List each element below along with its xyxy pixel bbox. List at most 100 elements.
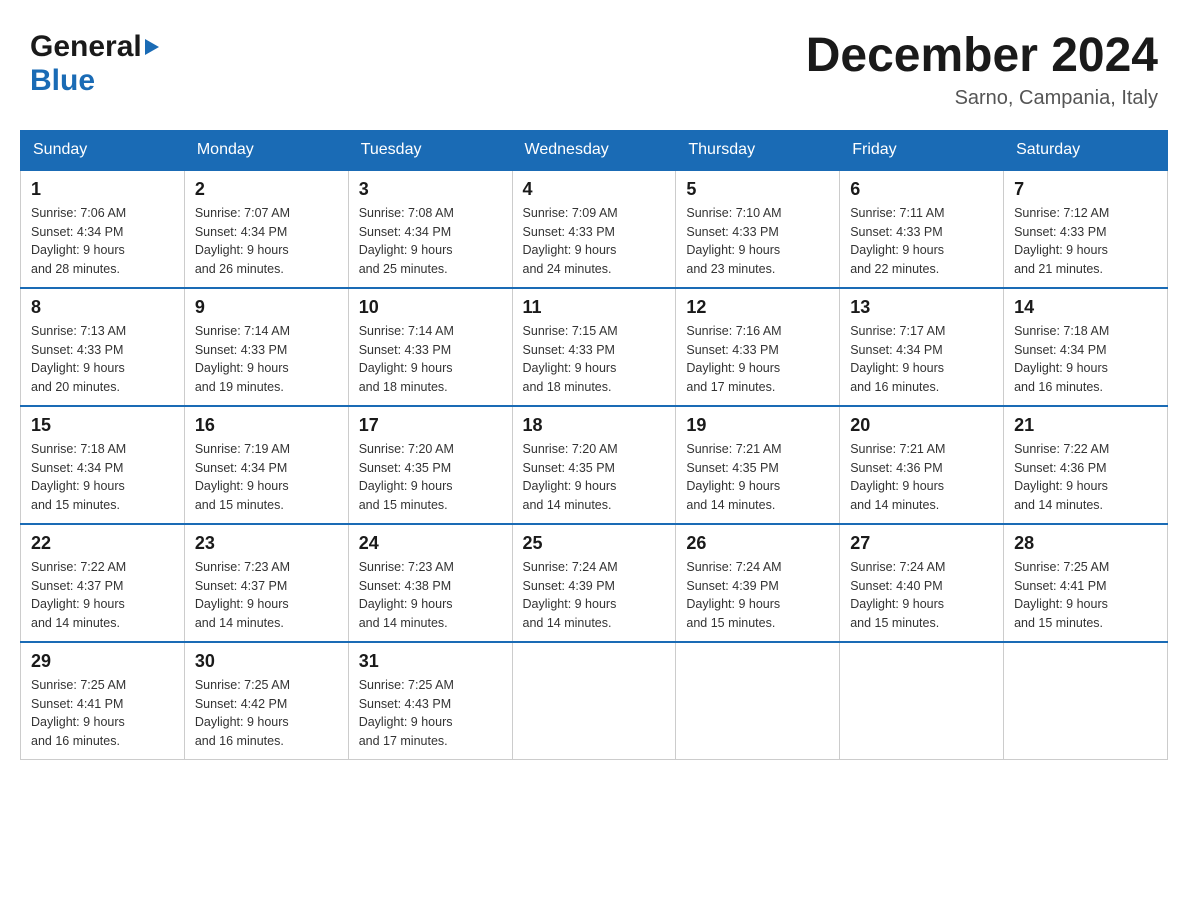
day-info: Sunrise: 7:23 AM Sunset: 4:37 PM Dayligh… bbox=[195, 558, 338, 633]
logo-blue-text: Blue bbox=[30, 64, 95, 97]
day-number: 7 bbox=[1014, 179, 1157, 200]
calendar-cell: 1 Sunrise: 7:06 AM Sunset: 4:34 PM Dayli… bbox=[21, 170, 185, 288]
calendar-cell bbox=[840, 642, 1004, 760]
day-info: Sunrise: 7:22 AM Sunset: 4:37 PM Dayligh… bbox=[31, 558, 174, 633]
day-number: 2 bbox=[195, 179, 338, 200]
day-number: 11 bbox=[523, 297, 666, 318]
calendar-cell: 21 Sunrise: 7:22 AM Sunset: 4:36 PM Dayl… bbox=[1004, 406, 1168, 524]
weekday-header-tuesday: Tuesday bbox=[348, 130, 512, 170]
day-info: Sunrise: 7:14 AM Sunset: 4:33 PM Dayligh… bbox=[195, 322, 338, 397]
day-info: Sunrise: 7:18 AM Sunset: 4:34 PM Dayligh… bbox=[1014, 322, 1157, 397]
day-number: 17 bbox=[359, 415, 502, 436]
day-number: 16 bbox=[195, 415, 338, 436]
day-number: 29 bbox=[31, 651, 174, 672]
calendar-cell: 23 Sunrise: 7:23 AM Sunset: 4:37 PM Dayl… bbox=[184, 524, 348, 642]
day-number: 13 bbox=[850, 297, 993, 318]
day-number: 31 bbox=[359, 651, 502, 672]
calendar-cell: 7 Sunrise: 7:12 AM Sunset: 4:33 PM Dayli… bbox=[1004, 170, 1168, 288]
calendar-cell: 14 Sunrise: 7:18 AM Sunset: 4:34 PM Dayl… bbox=[1004, 288, 1168, 406]
day-info: Sunrise: 7:07 AM Sunset: 4:34 PM Dayligh… bbox=[195, 204, 338, 279]
calendar-cell bbox=[676, 642, 840, 760]
day-info: Sunrise: 7:19 AM Sunset: 4:34 PM Dayligh… bbox=[195, 440, 338, 515]
day-number: 15 bbox=[31, 415, 174, 436]
calendar-cell: 27 Sunrise: 7:24 AM Sunset: 4:40 PM Dayl… bbox=[840, 524, 1004, 642]
day-number: 3 bbox=[359, 179, 502, 200]
calendar-cell: 11 Sunrise: 7:15 AM Sunset: 4:33 PM Dayl… bbox=[512, 288, 676, 406]
calendar-cell: 13 Sunrise: 7:17 AM Sunset: 4:34 PM Dayl… bbox=[840, 288, 1004, 406]
day-number: 1 bbox=[31, 179, 174, 200]
calendar-cell: 30 Sunrise: 7:25 AM Sunset: 4:42 PM Dayl… bbox=[184, 642, 348, 760]
calendar-week-2: 8 Sunrise: 7:13 AM Sunset: 4:33 PM Dayli… bbox=[21, 288, 1168, 406]
day-number: 28 bbox=[1014, 533, 1157, 554]
day-number: 18 bbox=[523, 415, 666, 436]
day-number: 23 bbox=[195, 533, 338, 554]
day-info: Sunrise: 7:24 AM Sunset: 4:39 PM Dayligh… bbox=[523, 558, 666, 633]
day-number: 25 bbox=[523, 533, 666, 554]
calendar-cell: 29 Sunrise: 7:25 AM Sunset: 4:41 PM Dayl… bbox=[21, 642, 185, 760]
day-info: Sunrise: 7:25 AM Sunset: 4:41 PM Dayligh… bbox=[31, 676, 174, 751]
calendar-cell: 24 Sunrise: 7:23 AM Sunset: 4:38 PM Dayl… bbox=[348, 524, 512, 642]
location: Sarno, Campania, Italy bbox=[806, 87, 1158, 110]
day-info: Sunrise: 7:12 AM Sunset: 4:33 PM Dayligh… bbox=[1014, 204, 1157, 279]
day-info: Sunrise: 7:11 AM Sunset: 4:33 PM Dayligh… bbox=[850, 204, 993, 279]
calendar-cell: 6 Sunrise: 7:11 AM Sunset: 4:33 PM Dayli… bbox=[840, 170, 1004, 288]
day-info: Sunrise: 7:14 AM Sunset: 4:33 PM Dayligh… bbox=[359, 322, 502, 397]
day-info: Sunrise: 7:18 AM Sunset: 4:34 PM Dayligh… bbox=[31, 440, 174, 515]
day-number: 8 bbox=[31, 297, 174, 318]
calendar-cell: 3 Sunrise: 7:08 AM Sunset: 4:34 PM Dayli… bbox=[348, 170, 512, 288]
day-number: 4 bbox=[523, 179, 666, 200]
calendar-week-4: 22 Sunrise: 7:22 AM Sunset: 4:37 PM Dayl… bbox=[21, 524, 1168, 642]
calendar-cell: 28 Sunrise: 7:25 AM Sunset: 4:41 PM Dayl… bbox=[1004, 524, 1168, 642]
calendar-cell: 26 Sunrise: 7:24 AM Sunset: 4:39 PM Dayl… bbox=[676, 524, 840, 642]
day-info: Sunrise: 7:25 AM Sunset: 4:42 PM Dayligh… bbox=[195, 676, 338, 751]
calendar-cell: 31 Sunrise: 7:25 AM Sunset: 4:43 PM Dayl… bbox=[348, 642, 512, 760]
day-info: Sunrise: 7:21 AM Sunset: 4:35 PM Dayligh… bbox=[686, 440, 829, 515]
day-info: Sunrise: 7:16 AM Sunset: 4:33 PM Dayligh… bbox=[686, 322, 829, 397]
logo: General Blue bbox=[30, 30, 159, 98]
calendar-cell bbox=[1004, 642, 1168, 760]
day-number: 5 bbox=[686, 179, 829, 200]
weekday-header-monday: Monday bbox=[184, 130, 348, 170]
day-info: Sunrise: 7:20 AM Sunset: 4:35 PM Dayligh… bbox=[359, 440, 502, 515]
day-info: Sunrise: 7:17 AM Sunset: 4:34 PM Dayligh… bbox=[850, 322, 993, 397]
calendar-cell: 15 Sunrise: 7:18 AM Sunset: 4:34 PM Dayl… bbox=[21, 406, 185, 524]
day-info: Sunrise: 7:25 AM Sunset: 4:41 PM Dayligh… bbox=[1014, 558, 1157, 633]
calendar-cell bbox=[512, 642, 676, 760]
calendar-cell: 5 Sunrise: 7:10 AM Sunset: 4:33 PM Dayli… bbox=[676, 170, 840, 288]
day-number: 26 bbox=[686, 533, 829, 554]
calendar-cell: 12 Sunrise: 7:16 AM Sunset: 4:33 PM Dayl… bbox=[676, 288, 840, 406]
day-info: Sunrise: 7:23 AM Sunset: 4:38 PM Dayligh… bbox=[359, 558, 502, 633]
day-number: 21 bbox=[1014, 415, 1157, 436]
day-info: Sunrise: 7:15 AM Sunset: 4:33 PM Dayligh… bbox=[523, 322, 666, 397]
calendar-cell: 20 Sunrise: 7:21 AM Sunset: 4:36 PM Dayl… bbox=[840, 406, 1004, 524]
day-number: 12 bbox=[686, 297, 829, 318]
logo-arrow-icon bbox=[145, 39, 159, 55]
calendar-cell: 4 Sunrise: 7:09 AM Sunset: 4:33 PM Dayli… bbox=[512, 170, 676, 288]
weekday-header-wednesday: Wednesday bbox=[512, 130, 676, 170]
day-number: 10 bbox=[359, 297, 502, 318]
page-header: General Blue December 2024 Sarno, Campan… bbox=[20, 20, 1168, 110]
calendar-cell: 2 Sunrise: 7:07 AM Sunset: 4:34 PM Dayli… bbox=[184, 170, 348, 288]
day-info: Sunrise: 7:24 AM Sunset: 4:40 PM Dayligh… bbox=[850, 558, 993, 633]
day-number: 19 bbox=[686, 415, 829, 436]
day-info: Sunrise: 7:10 AM Sunset: 4:33 PM Dayligh… bbox=[686, 204, 829, 279]
day-number: 24 bbox=[359, 533, 502, 554]
day-info: Sunrise: 7:13 AM Sunset: 4:33 PM Dayligh… bbox=[31, 322, 174, 397]
day-number: 27 bbox=[850, 533, 993, 554]
day-info: Sunrise: 7:20 AM Sunset: 4:35 PM Dayligh… bbox=[523, 440, 666, 515]
calendar-cell: 8 Sunrise: 7:13 AM Sunset: 4:33 PM Dayli… bbox=[21, 288, 185, 406]
day-info: Sunrise: 7:25 AM Sunset: 4:43 PM Dayligh… bbox=[359, 676, 502, 751]
day-info: Sunrise: 7:21 AM Sunset: 4:36 PM Dayligh… bbox=[850, 440, 993, 515]
calendar: SundayMondayTuesdayWednesdayThursdayFrid… bbox=[20, 130, 1168, 760]
weekday-header-thursday: Thursday bbox=[676, 130, 840, 170]
calendar-cell: 10 Sunrise: 7:14 AM Sunset: 4:33 PM Dayl… bbox=[348, 288, 512, 406]
weekday-header-row: SundayMondayTuesdayWednesdayThursdayFrid… bbox=[21, 130, 1168, 170]
day-number: 9 bbox=[195, 297, 338, 318]
calendar-cell: 17 Sunrise: 7:20 AM Sunset: 4:35 PM Dayl… bbox=[348, 406, 512, 524]
calendar-week-3: 15 Sunrise: 7:18 AM Sunset: 4:34 PM Dayl… bbox=[21, 406, 1168, 524]
month-title: December 2024 bbox=[806, 30, 1158, 83]
calendar-cell: 19 Sunrise: 7:21 AM Sunset: 4:35 PM Dayl… bbox=[676, 406, 840, 524]
calendar-cell: 9 Sunrise: 7:14 AM Sunset: 4:33 PM Dayli… bbox=[184, 288, 348, 406]
calendar-cell: 16 Sunrise: 7:19 AM Sunset: 4:34 PM Dayl… bbox=[184, 406, 348, 524]
day-info: Sunrise: 7:08 AM Sunset: 4:34 PM Dayligh… bbox=[359, 204, 502, 279]
